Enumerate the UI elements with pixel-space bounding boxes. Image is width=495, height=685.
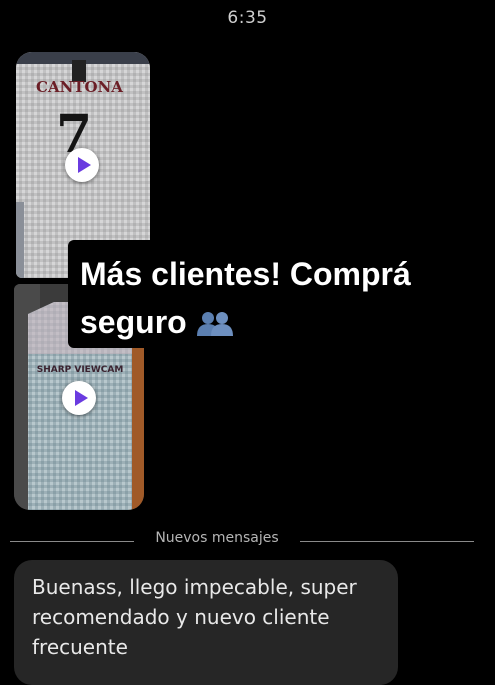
story-caption: Más clientes! Comprá seguro (68, 240, 482, 348)
play-icon[interactable] (62, 381, 96, 415)
divider-line-right (300, 541, 474, 542)
play-icon[interactable] (65, 148, 99, 182)
message-text: Buenass, llego impecable, super recomend… (32, 575, 357, 659)
status-time: 6:35 (227, 8, 268, 28)
new-messages-divider: Nuevos mensajes (155, 530, 279, 546)
message-bubble[interactable]: Buenass, llego impecable, super recomend… (14, 560, 398, 685)
jersey-name: CANTONA (36, 78, 123, 96)
people-icon (195, 302, 235, 350)
caption-text: Más clientes! Comprá seguro (80, 256, 411, 340)
divider-line-left (10, 541, 134, 542)
sponsor-text: SHARP VIEWCAM (37, 365, 124, 375)
